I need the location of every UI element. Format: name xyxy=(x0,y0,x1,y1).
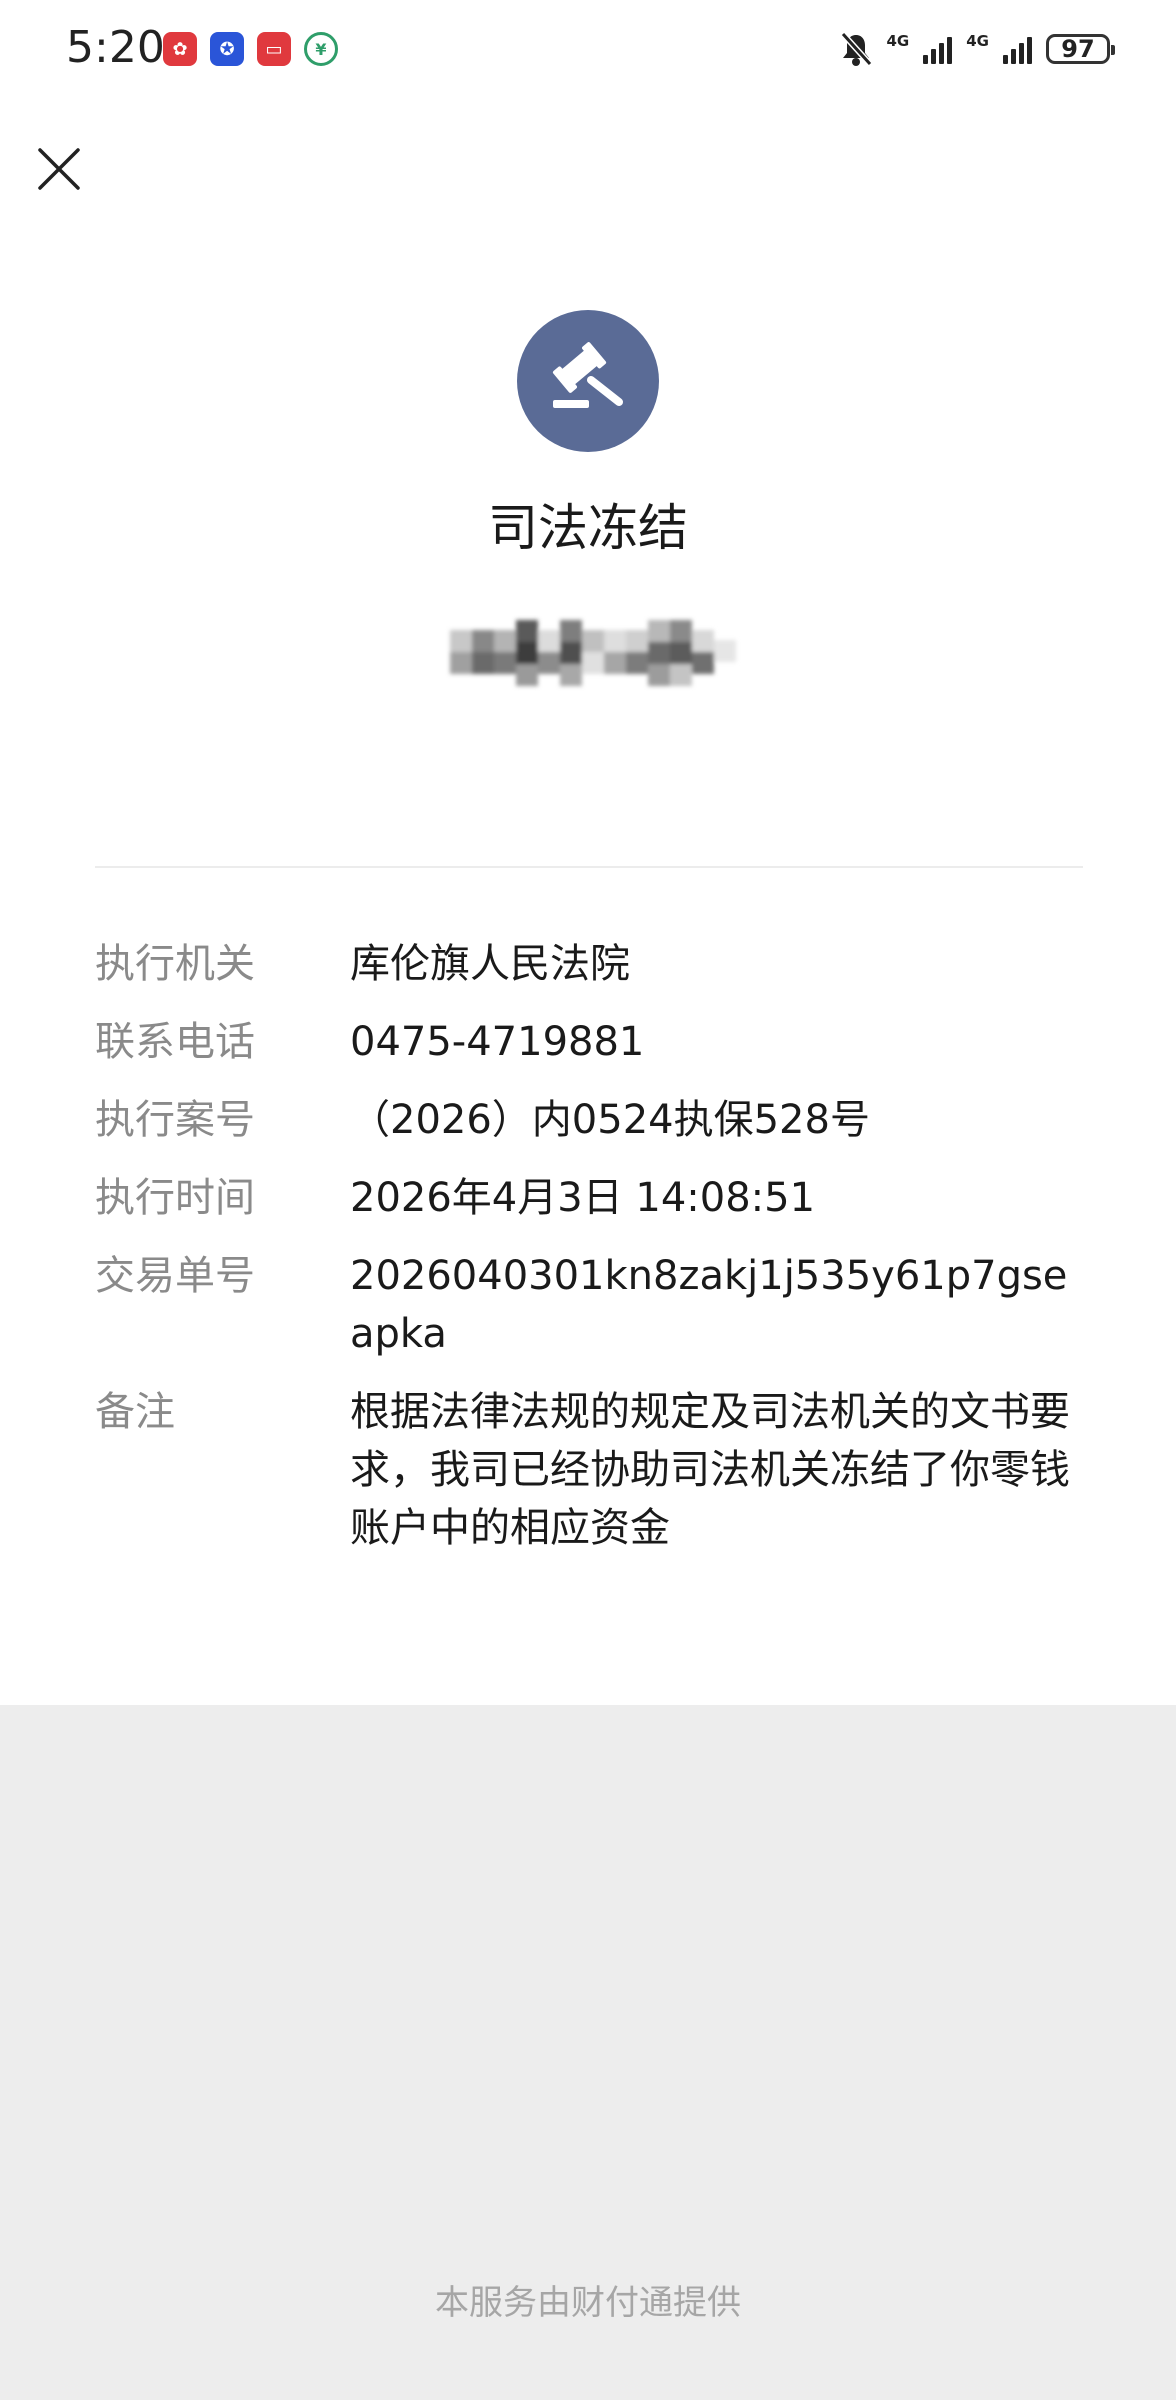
bank-app-icon: ¥ xyxy=(304,32,338,66)
signal-strength-icon xyxy=(923,34,953,64)
remark-label: 备注 xyxy=(95,1389,175,1435)
execution-time-label: 执行时间 xyxy=(95,1175,255,1221)
signal-strength-icon-2 xyxy=(1003,34,1032,64)
authority-label: 执行机关 xyxy=(95,941,255,987)
judicial-gavel-badge xyxy=(517,310,659,452)
battery-level: 97 xyxy=(1061,35,1095,63)
transaction-id-label: 交易单号 xyxy=(95,1253,255,1299)
status-indicators: 4G 4G 97 xyxy=(839,28,1115,70)
huawei-app-icon: ✿ xyxy=(163,32,197,66)
content-card: 5:20 ✿ ✪ ▭ ¥ 4G 4G 97 司法冻结 执行机关 库伦旗人民法院 … xyxy=(0,0,1176,1705)
detail-row-authority: 执行机关 库伦旗人民法院 xyxy=(95,935,1085,993)
redacted-amount xyxy=(300,570,880,720)
status-bar: 5:20 ✿ ✪ ▭ ¥ 4G 4G 97 xyxy=(0,0,1176,100)
page-title: 司法冻结 xyxy=(488,499,688,557)
phone-value[interactable]: 0475-4719881 xyxy=(350,1013,1085,1071)
mute-bell-icon xyxy=(840,31,872,67)
network-type-label-1: 4G xyxy=(886,32,910,50)
network-type-label-2: 4G xyxy=(966,32,989,50)
transaction-id-value: 2026040301kn8zakj1j535y61p7gseapka xyxy=(350,1253,1068,1357)
battery-icon: 97 xyxy=(1046,34,1115,64)
remark-value: 根据法律法规的规定及司法机关的文书要求，我司已经协助司法机关冻结了你零钱账户中的… xyxy=(350,1389,1070,1551)
execution-time-value: 2026年4月3日 14:08:51 xyxy=(350,1175,816,1221)
detail-row-transaction: 交易单号 2026040301kn8zakj1j535y61p7gseapka xyxy=(95,1247,1085,1363)
detail-row-remark: 备注 根据法律法规的规定及司法机关的文书要求，我司已经协助司法机关冻结了你零钱账… xyxy=(95,1383,1085,1557)
freeze-details: 执行机关 库伦旗人民法院 联系电话 0475-4719881 执行案号 （202… xyxy=(95,935,1085,1577)
detail-row-time: 执行时间 2026年4月3日 14:08:51 xyxy=(95,1169,1085,1227)
case-number-label: 执行案号 xyxy=(95,1097,255,1143)
status-time: 5:20 xyxy=(66,22,165,73)
divider xyxy=(95,866,1083,868)
app-notification-icon: ✪ xyxy=(210,32,244,66)
detail-row-phone: 联系电话 0475-4719881 xyxy=(95,1013,1085,1071)
message-app-icon: ▭ xyxy=(257,32,291,66)
close-button[interactable] xyxy=(30,138,90,198)
detail-row-case-number: 执行案号 （2026）内0524执保528号 xyxy=(95,1091,1085,1149)
gavel-icon xyxy=(552,342,623,408)
phone-label: 联系电话 xyxy=(95,1019,255,1065)
service-provider-footer: 本服务由财付通提供 xyxy=(435,2283,741,2323)
close-icon xyxy=(38,148,80,190)
authority-value: 库伦旗人民法院 xyxy=(350,941,630,987)
case-number-value: （2026）内0524执保528号 xyxy=(350,1097,870,1143)
